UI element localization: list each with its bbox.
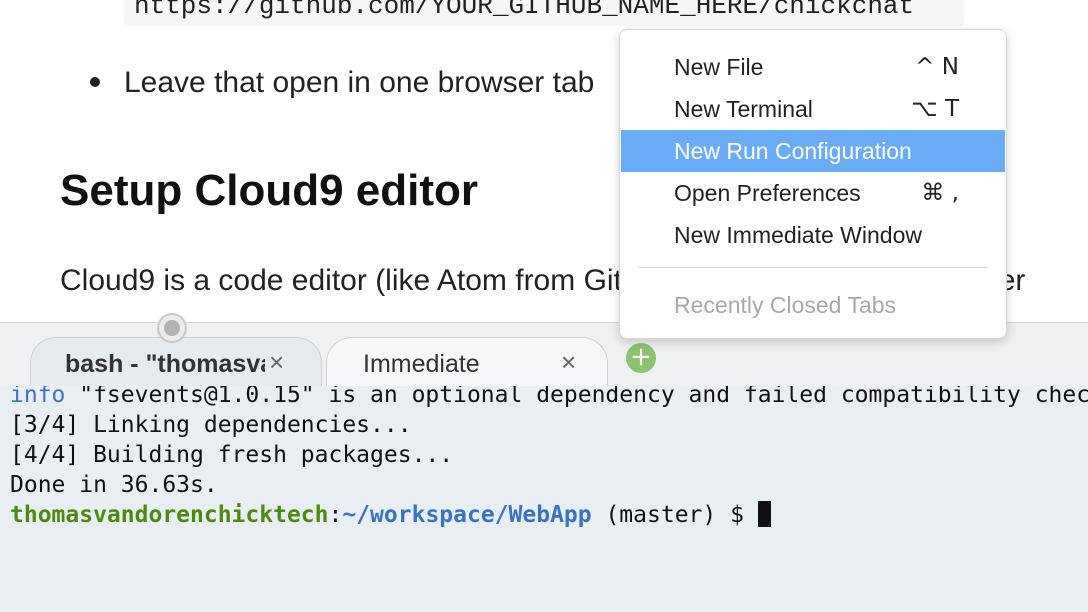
code-url: https://github.com/YOUR_GITHUB_NAME_HERE… (124, 0, 964, 26)
terminal-cursor (757, 500, 771, 527)
terminal-output[interactable]: info "fsevents@1.0.15" is an optional de… (0, 386, 1088, 612)
new-tab-menu: New File ^ N New Terminal ⌥ T New Run Co… (619, 29, 1007, 339)
terminal-line: [4/4] Building fresh packages... (10, 442, 454, 468)
menu-item-new-file[interactable]: New File ^ N (621, 46, 1005, 88)
menu-item-new-terminal[interactable]: New Terminal ⌥ T (621, 88, 1005, 130)
menu-item-label: New File (674, 54, 764, 80)
menu-item-shortcut: ⌘ , (921, 180, 959, 206)
menu-item-open-preferences[interactable]: Open Preferences ⌘ , (621, 172, 1005, 214)
prompt-suffix: (master) $ (591, 502, 758, 528)
menu-item-label: Open Preferences (674, 180, 861, 206)
menu-divider (638, 267, 988, 268)
terminal-prompt: thomasvandorenchicktech:~/workspace/WebA… (10, 500, 771, 530)
bullet-item: Leave that open in one browser tab (90, 66, 594, 100)
menu-item-shortcut: ^ N (915, 54, 959, 80)
tab-bash[interactable]: bash - "thomasvandorenchicktech" × (30, 337, 322, 387)
bullet-text: Leave that open in one browser tab (124, 66, 595, 99)
menu-item-label: New Immediate Window (674, 222, 922, 248)
tab-immediate-close-icon[interactable]: × (561, 347, 576, 378)
menu-item-new-run-configuration[interactable]: New Run Configuration (621, 130, 1005, 172)
terminal-line: [3/4] Linking dependencies... (10, 412, 412, 438)
menu-item-new-immediate-window[interactable]: New Immediate Window (621, 214, 1005, 256)
tab-immediate[interactable]: Immediate × (326, 337, 608, 387)
terminal-text: "fsevents@1.0.15" is an optional depende… (65, 386, 1088, 408)
section-heading: Setup Cloud9 editor (60, 166, 478, 215)
prompt-path: ~/workspace/WebApp (342, 502, 592, 528)
tab-immediate-label: Immediate (363, 350, 480, 378)
bullet-dot (90, 77, 100, 88)
terminal-line: info "fsevents@1.0.15" is an optional de… (10, 386, 1088, 410)
menu-item-recently-closed-tabs: Recently Closed Tabs (621, 284, 1005, 326)
tab-bash-close-icon[interactable]: × (269, 347, 284, 378)
info-label: info (10, 386, 66, 408)
menu-item-shortcut: ⌥ T (911, 96, 959, 122)
prompt-separator: : (328, 502, 343, 528)
add-tab-button[interactable]: + (626, 343, 656, 373)
pane-resize-handle[interactable] (157, 313, 187, 343)
menu-item-label: Recently Closed Tabs (674, 292, 897, 318)
tab-bash-label: bash - "thomasvandorenchicktech" (65, 350, 265, 378)
menu-item-label: New Terminal (674, 96, 813, 122)
menu-item-label: New Run Configuration (674, 138, 912, 164)
prompt-user: thomasvandorenchicktech (10, 502, 329, 528)
terminal-line: Done in 36.63s. (10, 472, 218, 498)
